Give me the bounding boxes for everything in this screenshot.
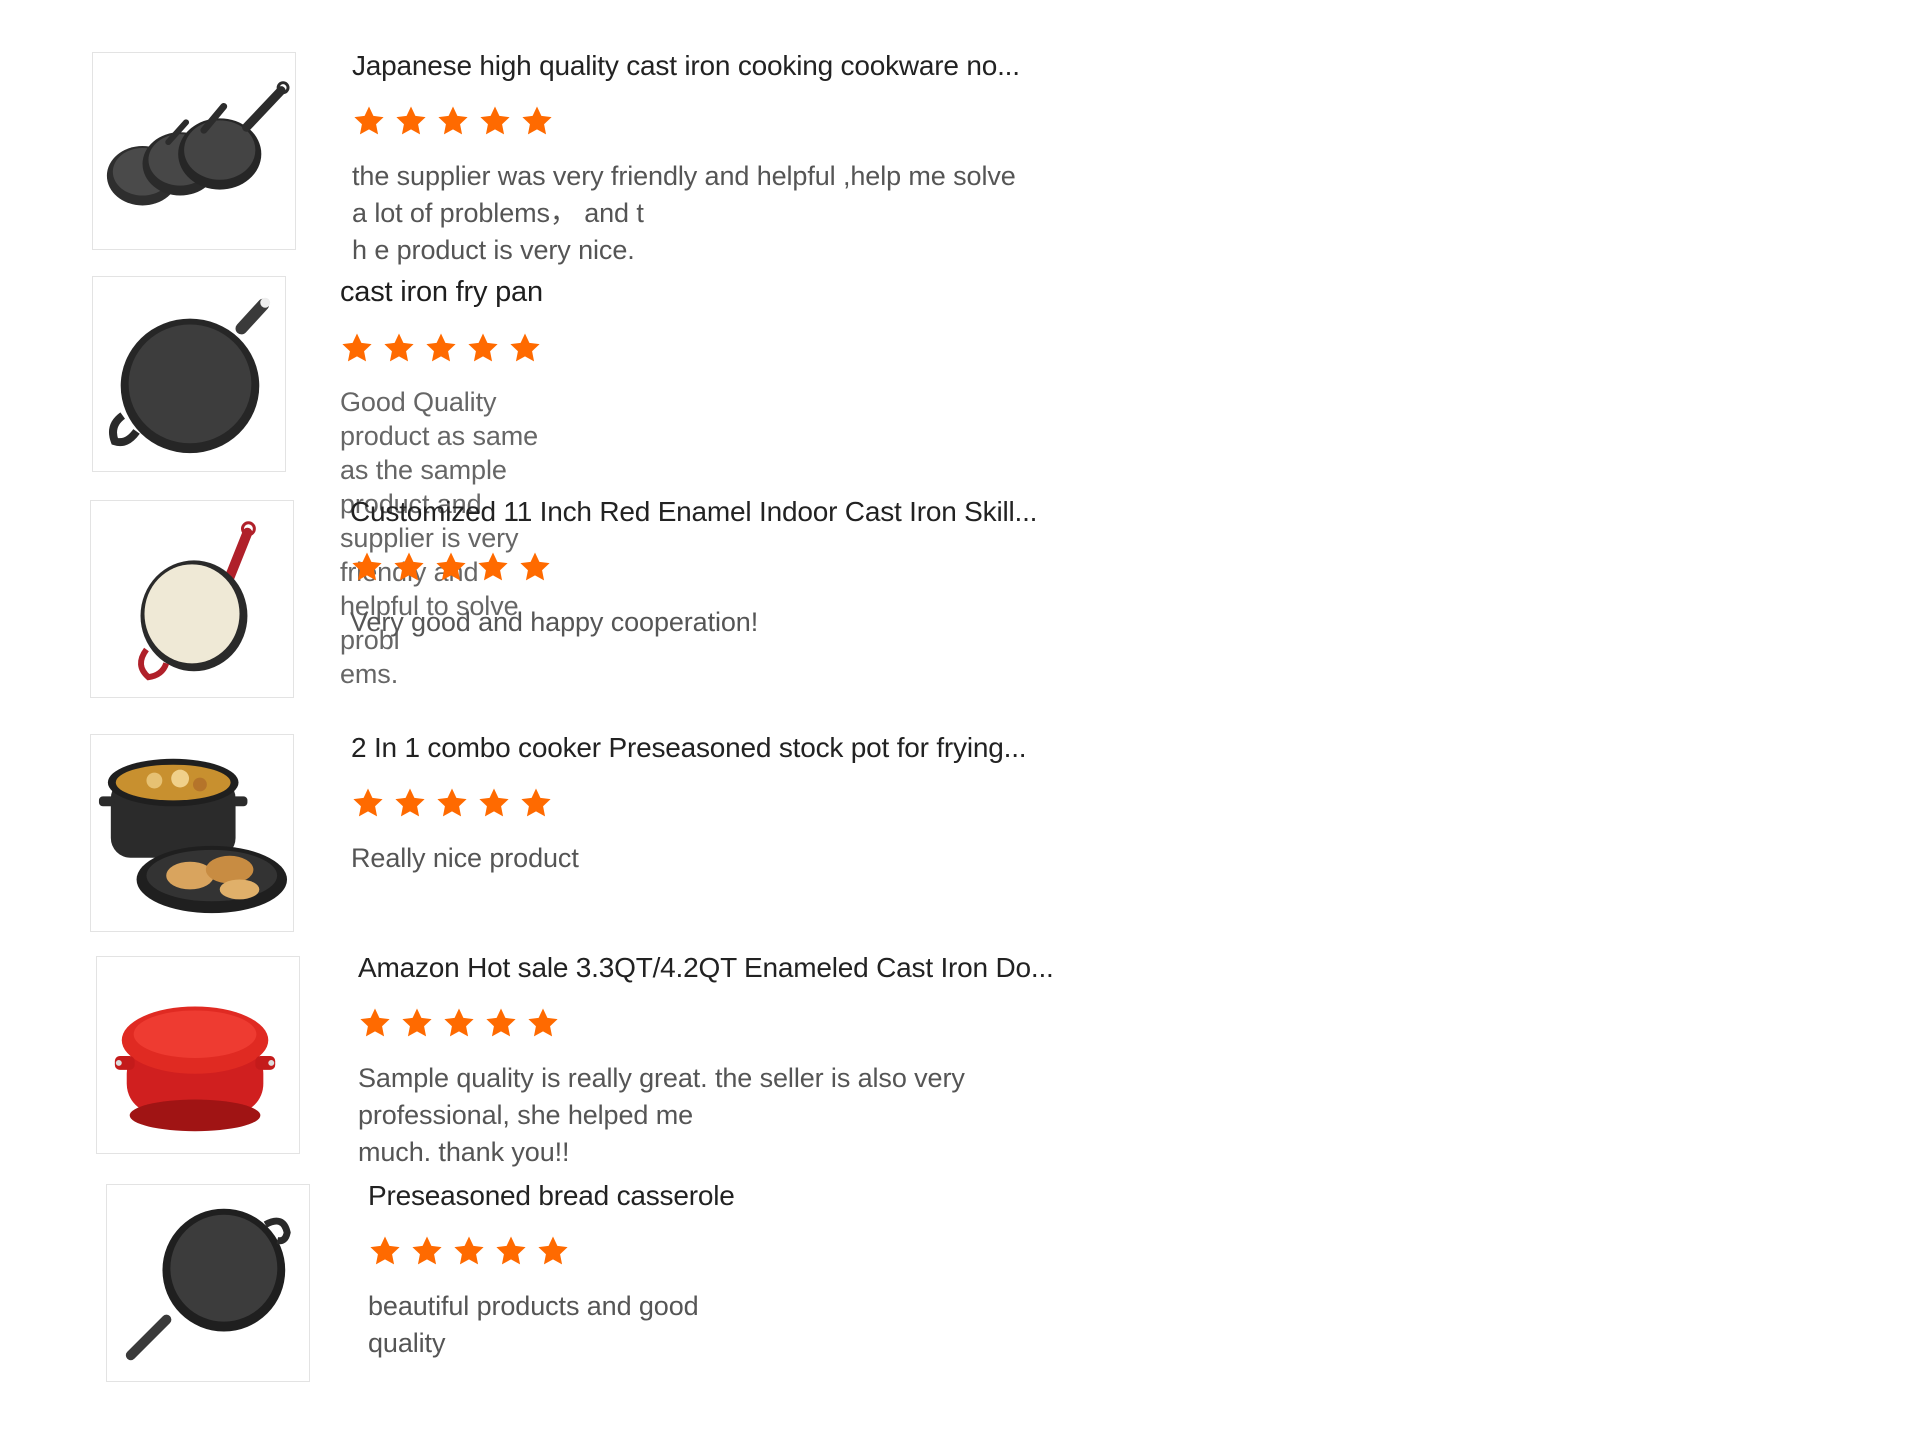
- review-content: Customized 11 Inch Red Enamel Indoor Cas…: [350, 496, 1037, 641]
- product-thumbnail-combo-cooker[interactable]: [90, 734, 294, 932]
- combo-cooker-pot-icon: [98, 758, 288, 914]
- product-title[interactable]: cast iron fry pan: [340, 276, 543, 309]
- product-title[interactable]: Japanese high quality cast iron cooking …: [352, 50, 1020, 82]
- review-text: the supplier was very friendly and helpf…: [352, 158, 1020, 269]
- product-thumbnail-skillet-set[interactable]: [92, 52, 296, 250]
- review-text: Sample quality is really great. the sell…: [358, 1060, 1054, 1171]
- star-icon: [519, 786, 553, 820]
- star-icon: [410, 1234, 444, 1268]
- red-dutch-oven-icon: [114, 1006, 276, 1132]
- review-text: Really nice product: [351, 840, 1026, 877]
- star-icon: [352, 104, 386, 138]
- star-icon: [484, 1006, 518, 1040]
- bread-casserole-pan-icon: [125, 1208, 291, 1361]
- star-icon: [476, 550, 510, 584]
- star-rating: [368, 1234, 735, 1268]
- star-icon: [382, 331, 416, 365]
- star-rating: [340, 331, 543, 365]
- review-text-line: h e product is very nice.: [352, 235, 635, 265]
- star-icon: [434, 550, 468, 584]
- star-icon: [494, 1234, 528, 1268]
- star-icon: [452, 1234, 486, 1268]
- star-icon: [435, 786, 469, 820]
- star-icon: [368, 1234, 402, 1268]
- star-rating: [350, 550, 1037, 584]
- product-title[interactable]: Amazon Hot sale 3.3QT/4.2QT Enameled Cas…: [358, 952, 1054, 984]
- star-icon: [424, 331, 458, 365]
- star-icon: [526, 1006, 560, 1040]
- review-content: Amazon Hot sale 3.3QT/4.2QT Enameled Cas…: [358, 952, 1054, 1171]
- star-icon: [442, 1006, 476, 1040]
- product-thumbnail-red-dutch-oven[interactable]: [96, 956, 300, 1154]
- review-text-line: Very good and happy cooperation!: [350, 607, 759, 637]
- product-title[interactable]: Customized 11 Inch Red Enamel Indoor Cas…: [350, 496, 1037, 528]
- cast-iron-skillet-set-icon: [106, 81, 290, 206]
- star-icon: [518, 550, 552, 584]
- review-content: Preseasoned bread casserole beautiful pr…: [368, 1180, 735, 1362]
- star-icon: [394, 104, 428, 138]
- review-text-line: Sample quality is really great. the sell…: [358, 1063, 965, 1130]
- star-icon: [436, 104, 470, 138]
- product-thumbnail-red-skillet[interactable]: [90, 500, 294, 698]
- star-icon: [400, 1006, 434, 1040]
- review-text-line: ems.: [340, 659, 399, 689]
- star-icon: [536, 1234, 570, 1268]
- review-text-line: the supplier was very friendly and helpf…: [352, 161, 1016, 228]
- review-text: Very good and happy cooperation!: [350, 604, 1037, 641]
- review-text-line: much. thank you!!: [358, 1137, 570, 1167]
- review-text-line: beautiful products and good quality: [368, 1291, 699, 1358]
- product-title[interactable]: Preseasoned bread casserole: [368, 1180, 735, 1212]
- star-icon: [508, 331, 542, 365]
- star-icon: [477, 786, 511, 820]
- review-content: 2 In 1 combo cooker Preseasoned stock po…: [351, 732, 1027, 877]
- star-rating: [352, 104, 1020, 138]
- cast-iron-fry-pan-icon: [109, 297, 271, 454]
- red-enamel-skillet-icon: [138, 521, 256, 681]
- star-icon: [350, 550, 384, 584]
- star-icon: [392, 550, 426, 584]
- review-text-line: Really nice product: [351, 843, 579, 873]
- star-rating: [351, 786, 1026, 820]
- star-icon: [351, 786, 385, 820]
- product-thumbnail-bread-casserole[interactable]: [106, 1184, 310, 1382]
- review-text: beautiful products and good quality: [368, 1288, 735, 1362]
- star-rating: [358, 1006, 1054, 1040]
- star-icon: [393, 786, 427, 820]
- review-content: Japanese high quality cast iron cooking …: [352, 50, 1020, 269]
- star-icon: [478, 104, 512, 138]
- star-icon: [358, 1006, 392, 1040]
- star-icon: [340, 331, 374, 365]
- product-thumbnail-fry-pan[interactable]: [92, 276, 286, 472]
- star-icon: [466, 331, 500, 365]
- star-icon: [520, 104, 554, 138]
- product-title[interactable]: 2 In 1 combo cooker Preseasoned stock po…: [351, 732, 1027, 764]
